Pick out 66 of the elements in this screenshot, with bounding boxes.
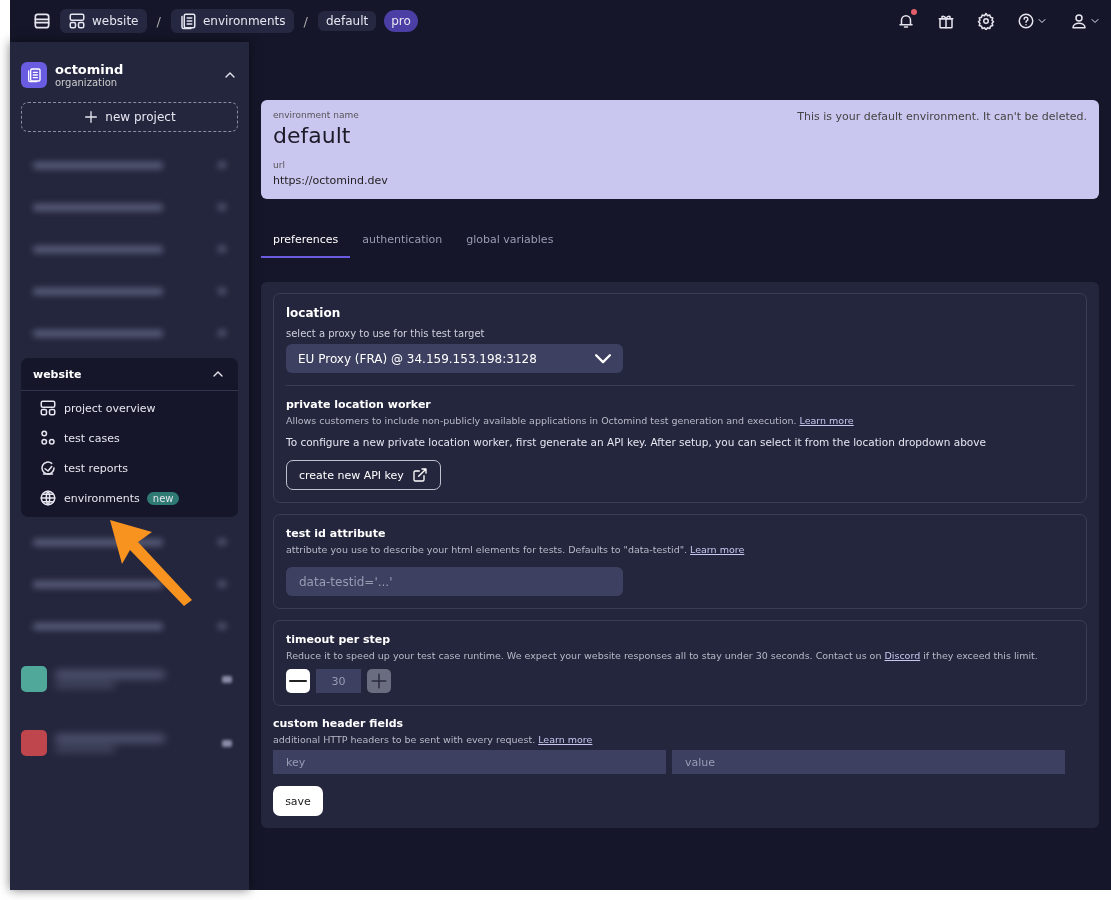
layout-icon xyxy=(39,399,57,417)
decrease-button[interactable] xyxy=(286,669,310,693)
blurred-chevron-icon[interactable] xyxy=(222,739,232,747)
notifications-icon[interactable] xyxy=(897,12,915,30)
test-id-input[interactable]: data-testid='...' xyxy=(286,567,623,596)
nav-item[interactable]: project overview xyxy=(21,393,238,423)
plus-icon xyxy=(83,109,100,125)
section-title: timeout per step xyxy=(286,633,392,646)
default-environment-note: This is your default environment. It can't be deleted. xyxy=(797,110,1087,125)
user-icon xyxy=(1070,12,1088,30)
field-label: url xyxy=(273,160,286,170)
tab[interactable]: authentication xyxy=(350,225,455,258)
nav-item[interactable]: test cases xyxy=(21,423,238,453)
nav-item[interactable]: test reports xyxy=(21,453,238,483)
environment-name: default xyxy=(273,123,352,148)
minus-icon xyxy=(289,680,307,682)
external-link-icon xyxy=(411,467,428,483)
create-api-key-button[interactable]: create new API key xyxy=(286,460,441,490)
description-text: additional HTTP headers to be sent with every request. Learn more xyxy=(273,734,594,745)
plus-icon xyxy=(370,672,388,690)
gift-icon xyxy=(937,12,955,30)
tab[interactable]: global variables xyxy=(454,225,566,258)
environment-url: https://octomind.dev xyxy=(273,174,388,187)
blurred-chevron-icon[interactable] xyxy=(222,675,232,683)
bell-icon xyxy=(897,12,915,30)
tab[interactable]: preferences xyxy=(261,225,351,258)
help-menu-icon[interactable] xyxy=(1017,12,1048,30)
breadcrumb-link[interactable]: environments xyxy=(170,9,294,33)
project-name[interactable]: website xyxy=(33,367,82,381)
learn-more-link[interactable]: Learn more xyxy=(799,415,854,426)
section-title: test id attribute xyxy=(286,527,387,540)
nav-item[interactable]: environments new xyxy=(21,483,238,513)
section-title: location xyxy=(286,306,342,320)
discord-link[interactable]: Discord xyxy=(884,650,921,661)
field-label: select a proxy to use for this test target xyxy=(286,328,486,339)
description-text: attribute you use to describe your html elements for tests. Defaults to "data-testid". Learn more xyxy=(286,544,746,555)
description-text: Reduce it to speed up your test case runtime. We expect your website responses all to stay under 30 seconds. Contact us on Discord if they exceed this limit. xyxy=(286,650,1039,661)
save-button[interactable]: save xyxy=(273,786,323,816)
layout-icon xyxy=(68,12,86,30)
header-value-input[interactable]: value xyxy=(672,750,1065,774)
menu-icon xyxy=(32,11,52,31)
description-text: Allows customers to include non-publicly available applications in Octomind test generation and execution. Learn more xyxy=(286,415,855,426)
breadcrumb-link[interactable]: default xyxy=(317,11,377,31)
new-badge: new xyxy=(146,491,180,505)
new-project-button[interactable]: new project xyxy=(21,102,238,132)
instruction-text: To configure a new private location worker, first generate an API key. After setup, you can select it from the location dropdown above xyxy=(286,436,987,448)
header-key-input[interactable]: key xyxy=(273,750,666,774)
field-label: environment name xyxy=(273,110,360,120)
circles-icon xyxy=(39,429,57,447)
section-title: custom header fields xyxy=(273,717,405,730)
proxy-dropdown[interactable]: EU Proxy (FRA) @ 34.159.153.198:3128 xyxy=(286,344,623,373)
organization-subtitle: organization xyxy=(55,77,119,88)
help-icon xyxy=(1017,12,1035,30)
breadcrumb-link[interactable]: website xyxy=(60,9,147,33)
learn-more-link[interactable]: Learn more xyxy=(690,544,745,555)
chevron-down-icon xyxy=(595,353,611,364)
settings-icon xyxy=(977,12,995,30)
breadcrumb-separator: / xyxy=(302,13,309,29)
breadcrumb-separator: / xyxy=(155,13,162,29)
organization-name: octomind xyxy=(55,62,125,77)
learn-more-link[interactable]: Learn more xyxy=(538,734,593,745)
plan-badge: pro xyxy=(384,10,418,32)
timeout-value[interactable]: 30 xyxy=(316,669,361,693)
globe-icon xyxy=(39,489,57,507)
user-menu-icon[interactable] xyxy=(1070,12,1101,30)
subsection-title: private location worker xyxy=(286,398,432,411)
